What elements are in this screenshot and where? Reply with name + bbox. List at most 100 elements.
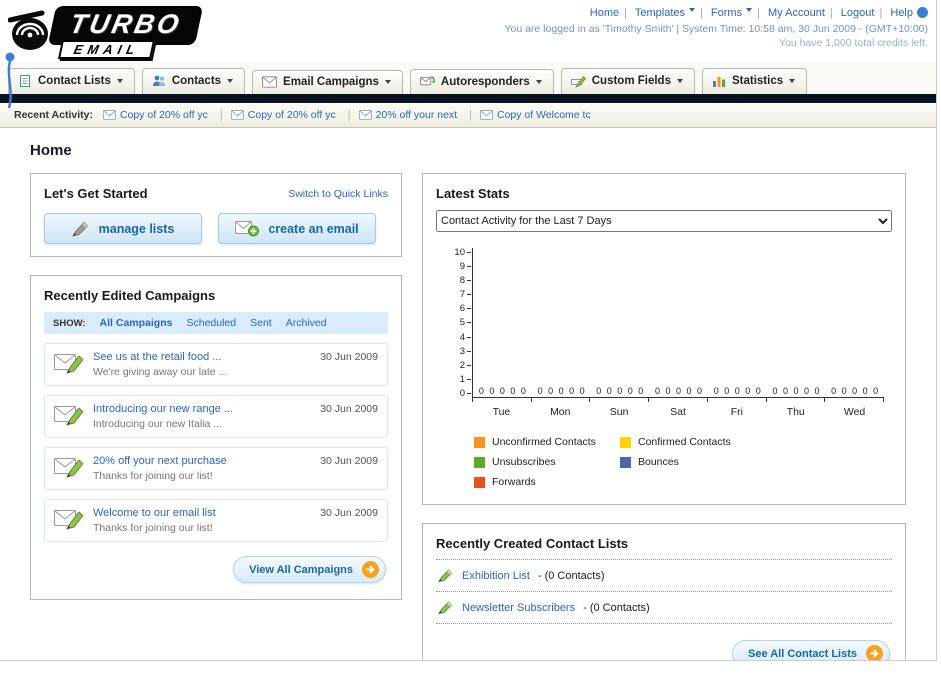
top-link-my-account[interactable]: My Account <box>768 7 825 19</box>
see-all-contact-lists-label: See All Contact Lists <box>747 647 857 660</box>
y-axis-tick: 10 <box>436 247 471 258</box>
filter-all-campaigns[interactable]: All Campaigns <box>100 317 173 329</box>
header-right: Home Templates Forms My Account Logout H… <box>504 4 928 62</box>
recent-activity-bar: Recent Activity: Copy of 20% off yc Copy… <box>0 103 936 128</box>
contact-list-link[interactable]: Exhibition List <box>462 570 530 582</box>
stats-period-select[interactable]: Contact Activity for the Last 7 Days <box>436 210 892 232</box>
filter-sent[interactable]: Sent <box>250 317 272 329</box>
envelope-icon <box>102 110 116 120</box>
logo-antenna-decoration <box>5 52 15 109</box>
pencil-icon <box>438 601 453 615</box>
legend-label: Unconfirmed Contacts <box>492 436 596 448</box>
chart-group: 0 0 0 0 0 <box>532 248 591 397</box>
manage-lists-label: manage lists <box>98 221 175 236</box>
tab-contact-lists[interactable]: Contact Lists <box>8 68 135 94</box>
campaign-title-link[interactable]: See us at the retail food ... <box>93 351 311 363</box>
logo: TURBO EMAIL <box>8 4 298 62</box>
recent-contact-lists-panel: Recently Created Contact Lists Exhibitio… <box>422 523 906 660</box>
legend-item: Unconfirmed Contacts <box>474 436 620 448</box>
tab-label: Email Campaigns <box>283 76 379 88</box>
legend-label: Unsubscribes <box>492 456 556 468</box>
chart-value-labels: 0 0 0 0 0 <box>831 386 879 396</box>
filter-archived[interactable]: Archived <box>286 317 327 329</box>
chevron-down-icon <box>676 79 683 86</box>
top-link-help[interactable]: Help <box>890 7 913 19</box>
recent-campaigns-panel: Recently Edited Campaigns SHOW: All Camp… <box>30 275 402 600</box>
tab-statistics[interactable]: Statistics <box>701 68 808 94</box>
top-link-forms[interactable]: Forms <box>711 7 752 19</box>
campaign-list-item: Introducing our new range ... Introducin… <box>44 395 388 438</box>
stats-title: Latest Stats <box>436 186 510 201</box>
chart-value-labels: 0 0 0 0 0 <box>713 386 761 396</box>
recent-activity-link[interactable]: Copy of Welcome tc <box>497 109 591 121</box>
legend-swatch <box>620 436 631 448</box>
separator <box>874 7 887 19</box>
campaign-date: 30 Jun 2009 <box>320 351 378 363</box>
campaign-list-item: 20% off your next purchase Thanks for jo… <box>44 447 388 490</box>
recent-activity-link[interactable]: 20% off your next <box>376 109 458 121</box>
chart-legend: Unconfirmed Contacts Confirmed Contacts … <box>436 432 892 492</box>
legend-swatch <box>474 456 485 468</box>
filter-scheduled[interactable]: Scheduled <box>186 317 236 329</box>
tab-custom-fields[interactable]: Custom Fields <box>560 68 695 94</box>
tab-email-campaigns[interactable]: Email Campaigns <box>252 70 403 94</box>
create-email-button[interactable]: create an email <box>218 213 376 244</box>
recent-activity-items: Copy of 20% off yc Copy of 20% off yc 20… <box>102 109 591 121</box>
separator <box>825 7 838 19</box>
campaign-list: See us at the retail food ... We're givi… <box>44 343 388 542</box>
campaign-subtitle: We're giving away our late ... <box>93 366 228 378</box>
statistics-icon <box>712 77 725 87</box>
view-all-campaigns-button[interactable]: View All Campaigns <box>233 556 386 583</box>
envelope-icon <box>479 110 493 120</box>
x-axis-label: Sat <box>670 406 686 418</box>
tab-label: Contacts <box>171 75 222 87</box>
tab-label: Autoresponders <box>440 75 530 88</box>
chart-group: 0 0 0 0 0 <box>767 248 826 397</box>
recent-activity-item[interactable]: Copy of 20% off yc <box>102 109 231 121</box>
switch-quick-links-link[interactable]: Switch to Quick Links <box>288 188 388 200</box>
campaign-subtitle: Thanks for joining our list! <box>93 470 213 482</box>
x-axis-label: Thu <box>786 406 805 418</box>
top-link-templates[interactable]: Templates <box>635 7 695 19</box>
chart-group: 0 0 0 0 0 <box>825 248 884 397</box>
x-axis-label: Fri <box>730 406 743 418</box>
logo-text-turbo: TURBO <box>67 9 185 39</box>
envelope-plus-icon <box>235 221 260 237</box>
see-all-contact-lists-button[interactable]: See All Contact Lists <box>731 640 890 660</box>
email-campaigns-icon <box>262 76 278 88</box>
legend-label: Bounces <box>638 456 679 468</box>
contact-activity-chart: 10 9 8 7 6 5 4 3 2 1 0 0 0 0 0 00 0 0 0 00 0 0 0 0… <box>436 247 885 418</box>
tab-autoresponders[interactable]: Autoresponders <box>409 69 554 94</box>
manage-lists-button[interactable]: manage lists <box>44 213 202 244</box>
contact-count: - (0 Contacts) <box>537 569 605 582</box>
main-nav: Contact Lists Contacts Email Campaigns A… <box>0 62 936 94</box>
contact-list-link[interactable]: Newsletter Subscribers <box>462 602 575 614</box>
y-axis-tick: 9 <box>436 261 471 272</box>
pencil-icon <box>71 221 88 237</box>
create-email-label: create an email <box>268 221 359 236</box>
y-axis-tick: 3 <box>436 346 471 357</box>
campaign-title-link[interactable]: 20% off your next purchase <box>93 455 311 467</box>
x-axis-label: Wed <box>843 406 866 418</box>
campaign-edit-icon <box>54 458 84 478</box>
recent-activity-link[interactable]: Copy of 20% off yc <box>120 109 208 121</box>
recent-activity-item[interactable]: Copy of Welcome tc <box>479 109 591 121</box>
campaign-title-link[interactable]: Welcome to our email list <box>93 507 311 519</box>
campaigns-title: Recently Edited Campaigns <box>44 288 216 303</box>
chevron-down-icon <box>227 79 234 86</box>
recent-activity-item[interactable]: Copy of 20% off yc <box>230 109 359 121</box>
campaign-date: 30 Jun 2009 <box>320 455 378 467</box>
tab-contacts[interactable]: Contacts <box>141 68 246 94</box>
recent-activity-item[interactable]: 20% off your next <box>358 109 480 121</box>
recent-activity-link[interactable]: Copy of 20% off yc <box>248 109 336 121</box>
arrow-right-icon <box>362 561 379 578</box>
arrow-right-icon <box>866 645 883 660</box>
campaign-title-link[interactable]: Introducing our new range ... <box>93 403 311 415</box>
chart-value-labels: 0 0 0 0 0 <box>655 386 703 396</box>
top-link-home[interactable]: Home <box>590 7 619 19</box>
top-link-logout[interactable]: Logout <box>841 7 875 19</box>
help-icon[interactable] <box>917 7 928 18</box>
campaign-list-item: Welcome to our email list Thanks for joi… <box>44 499 388 542</box>
contact-list-item: Newsletter Subscribers - (0 Contacts) <box>436 592 892 624</box>
chevron-down-icon <box>116 79 123 86</box>
